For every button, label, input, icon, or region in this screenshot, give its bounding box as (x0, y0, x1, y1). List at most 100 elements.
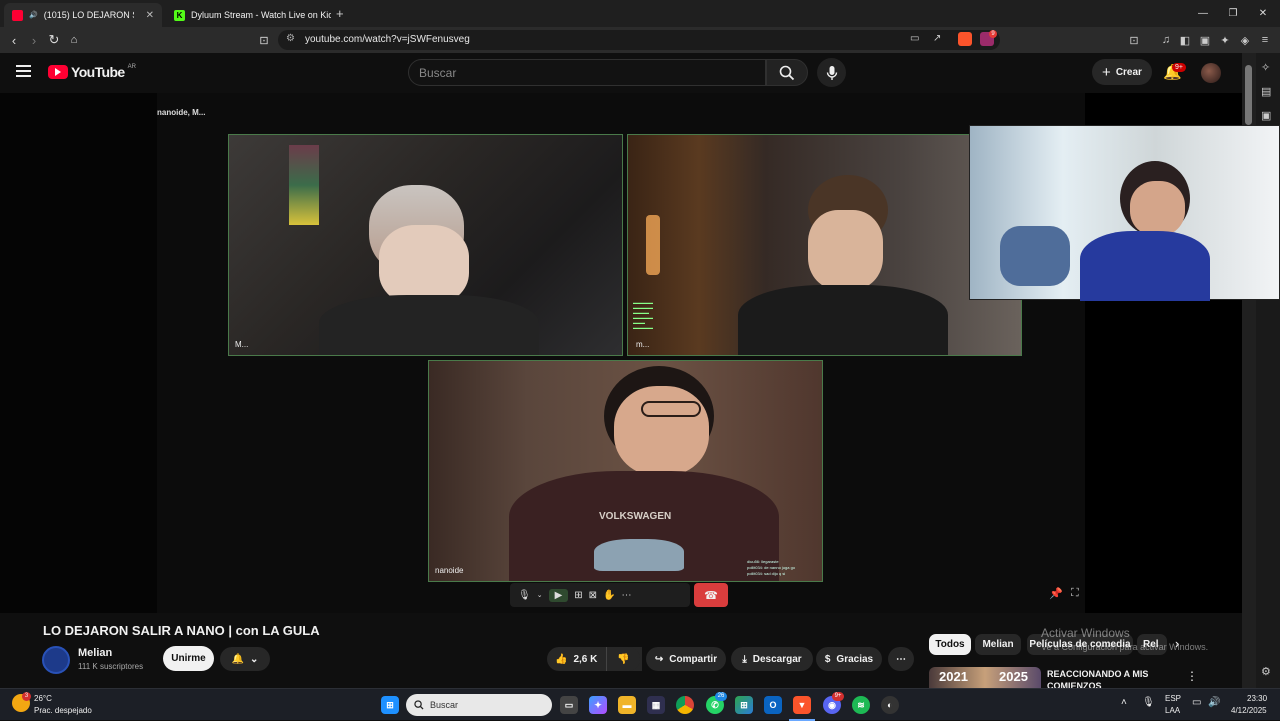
close-window-button[interactable]: ✕ (1246, 0, 1280, 27)
search-placeholder: Buscar (419, 66, 457, 80)
search-input[interactable]: Buscar (408, 59, 766, 86)
brave-shield-icon[interactable] (958, 32, 972, 46)
clock-time[interactable]: 23:30 (1247, 694, 1267, 703)
menu-icon[interactable]: ≡ (1257, 32, 1273, 48)
dislike-button[interactable]: 👎 (606, 647, 640, 671)
network-icon[interactable]: ▭ (1192, 697, 1201, 708)
spotify-icon[interactable]: ≋ (852, 696, 870, 714)
recommended-title[interactable]: REACCIONANDO A MIS COMIENZOS (1047, 668, 1167, 688)
avatar[interactable] (1201, 63, 1221, 83)
restore-button[interactable]: ❐ (1216, 0, 1250, 27)
participant-name: nanoide (435, 566, 464, 575)
pin-icon[interactable]: 📌 (1049, 587, 1063, 600)
channel-avatar[interactable] (42, 646, 70, 674)
share-screen-icon[interactable]: ⊞ (574, 590, 582, 601)
chat-overlay-3: diuu56: llegaraste pollit034: de nanno j… (747, 559, 796, 576)
wallet-side-icon[interactable]: ▣ (1261, 109, 1271, 122)
voice-search-button[interactable] (817, 58, 846, 87)
activation-watermark-text: Ve a Configuración para activar Windows. (1041, 642, 1209, 652)
microphone-icon (826, 65, 837, 80)
taskbar-search[interactable]: Buscar (406, 694, 552, 716)
close-tab-icon[interactable]: ✕ (146, 10, 154, 21)
chip-melian[interactable]: Melian (975, 634, 1021, 655)
hamburger-menu-icon[interactable] (16, 65, 31, 77)
grid-layout-icon[interactable]: ⊠ (589, 590, 597, 601)
mic-toggle-icon[interactable]: 🎙 (518, 590, 531, 601)
hangup-button[interactable]: ☎ (694, 583, 728, 607)
search-button[interactable] (766, 59, 808, 86)
settings-gear-icon[interactable]: ⚙ (1261, 665, 1271, 678)
more-vert-icon[interactable]: ⋮ (1186, 669, 1198, 683)
task-view-icon[interactable]: ▭ (560, 696, 578, 714)
volume-icon[interactable]: 🔊 (1208, 697, 1220, 708)
clock-date[interactable]: 4/12/2025 (1231, 706, 1267, 715)
reload-icon[interactable]: ↻ (44, 27, 64, 53)
tray-chevron-icon[interactable]: ˄ (1121, 697, 1127, 708)
fullscreen-icon[interactable]: ⛶ (1071, 587, 1079, 600)
start-windows-icon[interactable]: ⊞ (381, 696, 399, 714)
super-thanks-icon: $ (824, 653, 831, 665)
leo-sidebar-icon[interactable]: ✧ (1261, 61, 1270, 74)
address-bar[interactable]: ⚙ youtube.com/watch?v=jSWFenusveg ▭ ↗ 9 (278, 30, 1000, 50)
back-icon[interactable]: ‹ (4, 27, 24, 53)
new-tab-button[interactable]: + (336, 6, 344, 21)
subscribe-bell-button[interactable]: 🔔 ⌄ (220, 647, 270, 671)
tab-title: (1015) LO DEJARON SALIR A (43, 10, 134, 20)
tab-youtube[interactable]: 🔊 (1015) LO DEJARON SALIR A ✕ (4, 3, 162, 27)
youtube-wordmark: YouTube (71, 64, 125, 80)
subscriber-count: 111 K suscriptores (78, 662, 144, 671)
join-button[interactable]: Unirme (163, 646, 214, 671)
vpn-icon[interactable]: ◈ (1237, 32, 1253, 48)
cast-icon[interactable]: ▭ (910, 33, 919, 44)
discord-badge: 9+ (832, 692, 844, 701)
brave-icon[interactable]: ▼ (793, 696, 811, 714)
thanks-button[interactable]: $ Gracias (816, 647, 882, 671)
store-icon[interactable]: ▦ (647, 696, 665, 714)
site-info-icon[interactable]: ⚙ (286, 33, 295, 44)
media-icon[interactable]: ♫ (1158, 32, 1174, 48)
forward-icon[interactable]: › (24, 27, 44, 53)
language-indicator[interactable]: ESP (1165, 694, 1181, 703)
office-icon[interactable]: ⊞ (735, 696, 753, 714)
copilot-icon[interactable]: ✦ (589, 696, 607, 714)
reading-list-icon[interactable]: ▤ (1261, 85, 1271, 98)
keyboard-layout: LAA (1165, 706, 1181, 715)
chevron-down-icon[interactable]: ⌄ (537, 591, 543, 599)
leo-icon[interactable]: ✦ (1217, 32, 1233, 48)
video-title: LO DEJARON SALIR A NANO | con LA GULA (43, 623, 320, 638)
bookmark-icon[interactable]: ⊡ (254, 27, 274, 53)
shirt-text: VOLKSWAGEN (599, 511, 672, 522)
more-options-icon[interactable]: ⋯ (622, 590, 632, 601)
youtube-logo[interactable]: YouTube AR (48, 64, 136, 80)
notifications-badge: 9+ (1172, 63, 1186, 72)
download-icon: ⤓ (742, 653, 747, 665)
screenshot-icon[interactable]: ⊡ (1126, 32, 1142, 48)
share-button[interactable]: ↪ Compartir (646, 647, 726, 671)
country-code: AR (127, 64, 136, 70)
create-button[interactable]: + Crear (1092, 59, 1152, 85)
chip-todos[interactable]: Todos (929, 634, 971, 655)
home-icon[interactable]: ⌂ (64, 27, 84, 53)
download-button[interactable]: ⤓ Descargar (731, 647, 813, 671)
pip-video-window[interactable] (969, 125, 1280, 301)
file-explorer-icon[interactable]: ▬ (618, 696, 636, 714)
recommended-thumbnail[interactable]: 2021 2025 (929, 667, 1041, 688)
search-icon (414, 700, 424, 710)
channel-name[interactable]: Melian (78, 647, 112, 659)
obs-icon[interactable]: ◐ (881, 696, 899, 714)
raise-hand-icon[interactable]: ✋ (603, 590, 615, 601)
mic-tray-icon[interactable]: 🎙 (1142, 697, 1155, 708)
video-player[interactable]: nanoide, M... M... ▬▬▬▬▬ ▬▬▬▬▬ ▬▬▬▬ ▬▬▬▬▬ ▬▬… (0, 93, 1280, 613)
more-actions-button[interactable]: ⋯ (888, 647, 914, 671)
tab-kick[interactable]: K Dyluum Stream - Watch Live on Kick (166, 3, 331, 27)
windows-taskbar: 3 26°C Prac. despejado ⊞ Buscar ▭ ✦ ▬ ▦ … (0, 688, 1280, 721)
share-page-icon[interactable]: ↗ (933, 33, 941, 44)
minimize-button[interactable]: — (1186, 0, 1220, 27)
outlook-icon[interactable]: O (764, 696, 782, 714)
browser-toolbar: ‹ › ↻ ⌂ ⊡ ⚙ youtube.com/watch?v=jSWFenus… (0, 27, 1280, 53)
camera-toggle-icon[interactable]: ▶ (548, 588, 569, 602)
sidebar-icon[interactable]: ◧ (1177, 32, 1193, 48)
chrome-icon[interactable] (676, 696, 694, 714)
wallet-icon[interactable]: ▣ (1197, 32, 1213, 48)
participant-name: m... (636, 340, 650, 349)
